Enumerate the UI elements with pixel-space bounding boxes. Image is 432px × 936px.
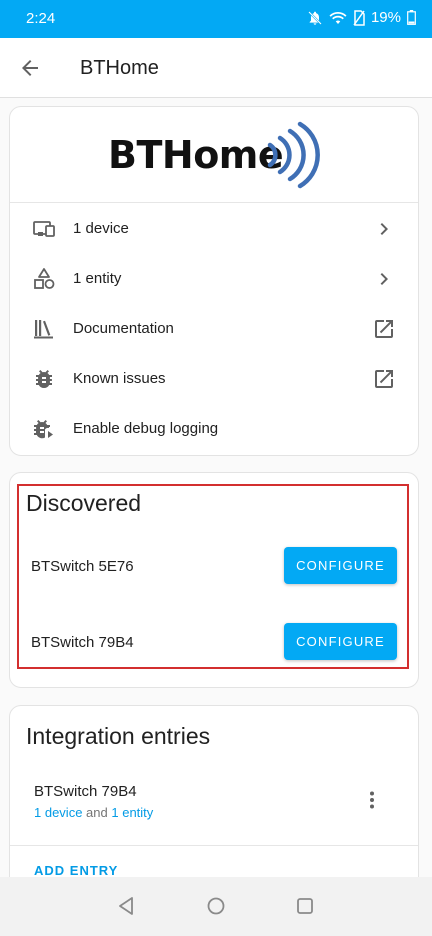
devices-icon	[33, 221, 55, 237]
discovered-card: Discovered BTSwitch 5E76 CONFIGURE BTSwi…	[9, 472, 419, 688]
nav-recents-icon[interactable]	[294, 895, 316, 917]
open-in-new-icon	[375, 320, 393, 338]
entries-title: Integration entries	[26, 723, 211, 749]
configure-button[interactable]: CONFIGURE	[284, 547, 397, 584]
entry-devices-link[interactable]: 1 device	[34, 805, 82, 820]
page-title: BTHome	[80, 57, 159, 79]
documentation-label: Documentation	[73, 320, 174, 337]
app-bar: BTHome	[0, 38, 432, 98]
chevron-right-icon	[380, 273, 388, 285]
configure-button[interactable]: CONFIGURE	[284, 623, 397, 660]
book-icon	[34, 320, 53, 339]
wifi-icon	[329, 11, 347, 24]
entities-label: 1 entity	[73, 270, 122, 287]
known-issues-label: Known issues	[73, 370, 166, 387]
nav-home-icon[interactable]	[205, 895, 227, 917]
status-bar: 2:24 19%	[0, 0, 432, 38]
bug-play-icon	[34, 420, 53, 439]
system-nav-bar	[0, 877, 432, 936]
add-entry-button[interactable]: ADD ENTRY	[34, 863, 118, 878]
shapes-icon	[34, 268, 55, 289]
known-issues-row[interactable]: Known issues	[10, 354, 418, 404]
logo-text: BTHome	[108, 133, 284, 177]
integration-card: BTHome 1 device 1 entity Documentation K…	[9, 106, 419, 456]
discovered-item-name: BTSwitch 79B4	[31, 634, 134, 651]
bell-off-icon	[308, 10, 322, 25]
entry-entities-link[interactable]: 1 entity	[111, 805, 153, 820]
entry-name: BTSwitch 79B4	[34, 783, 137, 800]
entry-and-text: and	[86, 805, 108, 820]
bluetooth-waves-icon	[267, 121, 320, 189]
nav-back-icon[interactable]	[116, 895, 138, 917]
devices-label: 1 device	[73, 220, 129, 237]
debug-logging-row[interactable]: Enable debug logging	[10, 404, 418, 454]
more-vert-icon[interactable]	[360, 788, 384, 812]
discovered-item-name: BTSwitch 5E76	[31, 558, 134, 575]
chevron-right-icon	[380, 223, 388, 235]
bug-icon	[36, 370, 52, 389]
integration-entries-card: Integration entries BTSwitch 79B4 1 devi…	[9, 705, 419, 905]
battery-icon	[407, 10, 416, 25]
open-in-new-icon	[375, 370, 393, 388]
status-icons: 19%	[307, 9, 416, 26]
battery-percent: 19%	[370, 9, 401, 26]
divider	[10, 845, 418, 846]
documentation-row[interactable]: Documentation	[10, 304, 418, 354]
devices-row[interactable]: 1 device	[10, 204, 418, 254]
arrow-left-icon	[22, 60, 38, 76]
debug-logging-label: Enable debug logging	[73, 420, 219, 437]
status-time: 2:24	[26, 10, 56, 27]
entities-row[interactable]: 1 entity	[10, 254, 418, 304]
entry-subtitle: 1 device and 1 entity	[34, 805, 153, 820]
no-sim-icon	[353, 9, 365, 26]
back-button[interactable]	[16, 54, 44, 82]
discovered-title: Discovered	[26, 490, 142, 516]
integration-logo: BTHome	[10, 107, 418, 203]
